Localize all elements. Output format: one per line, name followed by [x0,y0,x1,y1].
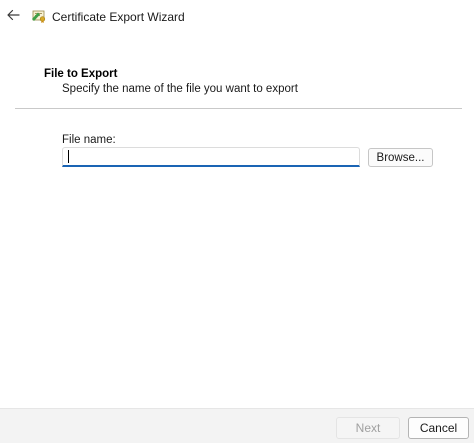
wizard-header: File to Export Specify the name of the f… [44,68,298,95]
text-caret [68,150,69,163]
certificate-icon [32,10,46,23]
file-name-label: File name: [62,134,116,146]
back-button[interactable] [2,4,24,26]
browse-button[interactable]: Browse... [368,148,433,167]
window-title: Certificate Export Wizard [52,10,185,24]
back-arrow-icon [7,9,20,21]
next-button[interactable]: Next [336,417,400,439]
cancel-button[interactable]: Cancel [408,417,469,439]
section-title: File to Export [44,68,118,80]
footer-bar: Next Cancel [0,408,474,443]
header-divider [15,108,462,109]
section-description: Specify the name of the file you want to… [62,83,298,95]
file-name-input[interactable] [62,147,360,167]
title-bar: Certificate Export Wizard [0,0,474,34]
